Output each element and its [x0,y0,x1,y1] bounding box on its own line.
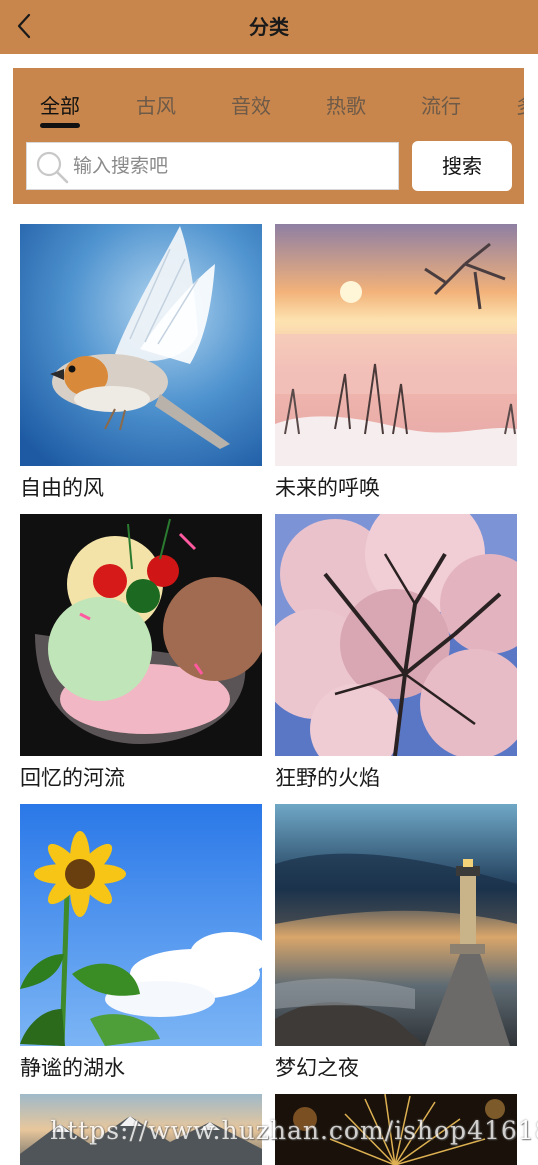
watermark-text: https://www.huzhan.com/ishop41618 [50,1116,538,1145]
card-title: 静谧的湖水 [20,1056,125,1080]
card-title: 狂野的火焰 [275,766,380,790]
card-title: 梦幻之夜 [275,1056,359,1080]
song-grid: 自由的风 未来的呼唤 回忆的河流 狂野的火焰 静谧的湖水 梦幻之夜 [0,0,538,1165]
card-title: 回忆的河流 [20,766,125,790]
ice-cream-image [20,514,262,756]
grid-card[interactable]: 自由的风 [20,224,262,502]
snowy-sunset-image [275,224,517,466]
sunflower-image [20,804,262,1046]
cherry-blossom-image [275,514,517,756]
grid-card[interactable]: 回忆的河流 [20,514,262,792]
grid-card[interactable]: 未来的呼唤 [275,224,517,502]
lighthouse-image [275,804,517,1046]
grid-card[interactable]: 梦幻之夜 [275,804,517,1082]
grid-card[interactable]: 狂野的火焰 [275,514,517,792]
card-title: 自由的风 [20,476,104,500]
grid-card[interactable]: 静谧的湖水 [20,804,262,1082]
card-title: 未来的呼唤 [275,476,380,500]
bird-image [20,224,262,466]
